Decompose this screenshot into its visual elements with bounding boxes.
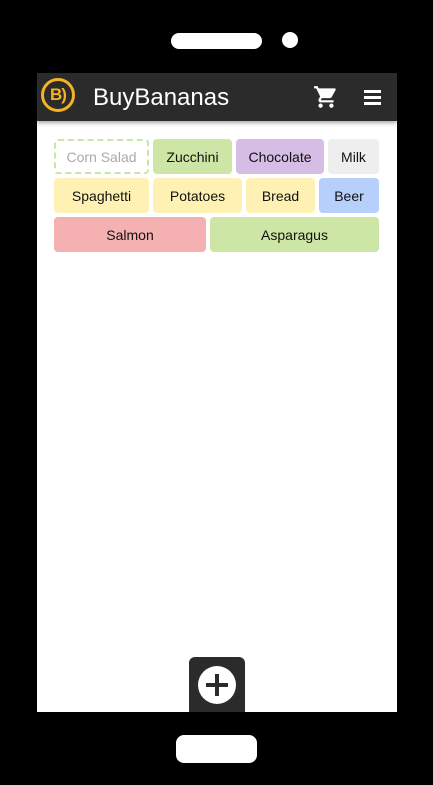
shopping-cart-icon (314, 86, 336, 108)
app-title: BuyBananas (93, 84, 230, 111)
cart-button[interactable] (313, 84, 339, 110)
list-item-asparagus[interactable]: Asparagus (210, 217, 379, 252)
add-button-circle (198, 666, 236, 704)
phone-frame: B) BuyBananas Corn Salad Zucchini Chocol… (0, 0, 433, 785)
list-item-bread[interactable]: Bread (246, 178, 315, 213)
add-item-button[interactable] (189, 657, 245, 712)
home-button[interactable] (176, 735, 257, 763)
phone-camera (282, 32, 298, 48)
app-logo: B) (41, 78, 75, 112)
list-item-salmon[interactable]: Salmon (54, 217, 206, 252)
list-item-beer[interactable]: Beer (319, 178, 379, 213)
menu-button[interactable] (362, 88, 384, 106)
list-item-spaghetti[interactable]: Spaghetti (54, 178, 149, 213)
list-item-corn-salad[interactable]: Corn Salad (54, 139, 149, 174)
list-item-potatoes[interactable]: Potatoes (153, 178, 242, 213)
list-item-chocolate[interactable]: Chocolate (236, 139, 324, 174)
phone-speaker (171, 33, 262, 49)
app-screen: B) BuyBananas Corn Salad Zucchini Chocol… (37, 73, 397, 712)
list-item-milk[interactable]: Milk (328, 139, 379, 174)
plus-icon (206, 674, 228, 696)
list-item-zucchini[interactable]: Zucchini (153, 139, 232, 174)
hamburger-menu-icon (364, 90, 381, 105)
app-bar: B) BuyBananas (37, 73, 397, 121)
